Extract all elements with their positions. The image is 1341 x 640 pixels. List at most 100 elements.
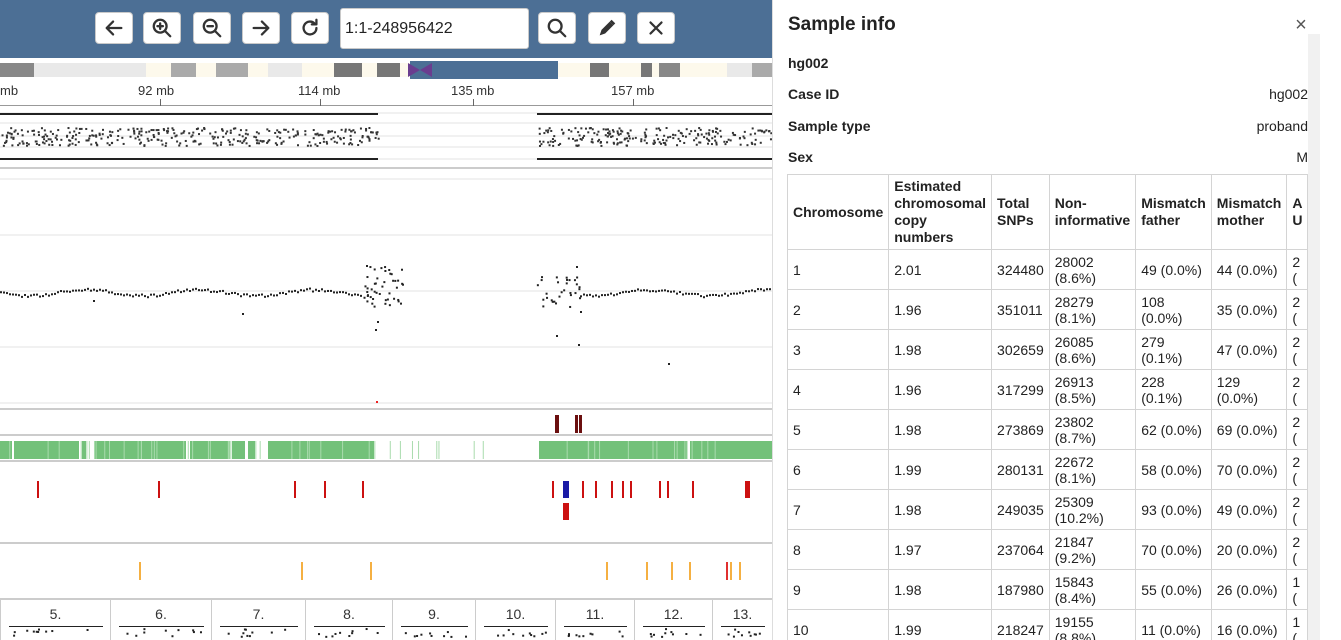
zoom-out-button[interactable]: [193, 12, 231, 44]
overview-chromosome-label: 6.: [155, 606, 167, 622]
table-cell: 317299: [991, 369, 1050, 410]
table-cell: 49 (0.0%): [1210, 489, 1288, 530]
zoom-in-icon: [152, 18, 172, 38]
table-cell: 1.98: [888, 489, 993, 530]
variant-track: [0, 464, 772, 544]
overview-chromosome[interactable]: 12.: [634, 600, 712, 640]
table-row: 10 1.99 218247 19155 (8.8%) 11 (0.0%) 16 (0.0…: [787, 609, 1308, 640]
chromosome-ideogram[interactable]: [0, 61, 772, 79]
ruler-tick-label: 114 mb: [298, 83, 341, 98]
table-cell: 273869: [991, 409, 1050, 450]
table-cell: 302659: [991, 329, 1050, 370]
table-cell: 44 (0.0%): [1210, 249, 1288, 290]
uniparental-marks: [555, 415, 582, 433]
table-cell: 20 (0.0%): [1210, 529, 1288, 570]
table-cell: 49 (0.0%): [1135, 249, 1212, 290]
baf-scatter: [0, 112, 772, 160]
pencil-icon: [599, 19, 616, 36]
panel-close-button[interactable]: ×: [1291, 14, 1311, 36]
table-cell: 16 (0.0%): [1210, 609, 1288, 640]
table-cell: 1.96: [888, 289, 993, 330]
table-cell: 2 (: [1286, 449, 1308, 490]
ruler-tick-label: 135 mb: [451, 83, 495, 98]
arrow-left-icon: [105, 20, 123, 36]
overview-chromosome-label: 7.: [252, 606, 265, 622]
table-row: 9 1.98 187980 15843 (8.4%) 55 (0.0%) 26 (0.0%…: [787, 569, 1308, 610]
overview-chromosome-label: 8.: [343, 606, 355, 622]
uniparental-track: [0, 412, 772, 436]
roh-segments: [0, 441, 772, 459]
table-cell: 11 (0.0%): [1135, 609, 1212, 640]
overview-chromosome[interactable]: 9.: [392, 600, 475, 640]
table-row: 1 2.01 324480 28002 (8.6%) 49 (0.0%) 44 (0.0%…: [787, 249, 1308, 290]
locus-input[interactable]: [340, 8, 529, 49]
overview-chromosome[interactable]: 10.: [475, 600, 555, 640]
overview-chromosome[interactable]: 8.: [305, 600, 392, 640]
column-header: Non-informative: [1048, 174, 1137, 250]
table-cell: 28279 (8.1%): [1048, 289, 1137, 330]
table-cell: 1 (: [1286, 609, 1308, 640]
table-cell: 1.97: [888, 529, 993, 570]
table-cell: 93 (0.0%): [1135, 489, 1212, 530]
table-cell: 22672 (8.1%): [1048, 449, 1137, 490]
zoom-in-button[interactable]: [143, 12, 181, 44]
ruler-tick-label: mb: [0, 83, 19, 98]
table-cell: 1.98: [888, 329, 993, 370]
back-button[interactable]: [95, 12, 133, 44]
column-header: Estimated chromosomal copy numbers: [888, 174, 993, 250]
table-cell: 5: [787, 409, 890, 450]
table-cell: 2 (: [1286, 409, 1308, 450]
table-cell: 1.96: [888, 369, 993, 410]
table-body: 1 2.01 324480 28002 (8.6%) 49 (0.0%) 44 (0.0%…: [787, 249, 1308, 640]
panel-scrollbar[interactable]: [1308, 34, 1320, 640]
table-cell: 69 (0.0%): [1210, 409, 1288, 450]
sample-info-panel: Sample info × hg002 Case ID hg002 Sample…: [772, 0, 1341, 640]
overview-chromosome[interactable]: 13.: [712, 600, 772, 640]
table-cell: 3: [787, 329, 890, 370]
table-row: 4 1.96 317299 26913 (8.5%) 228 (0.1%) 129 (0.…: [787, 369, 1308, 410]
sex-label: Sex: [788, 149, 813, 165]
column-header: Total SNPs: [991, 174, 1050, 250]
table-cell: 23802 (8.7%): [1048, 409, 1137, 450]
overview-chromosome-label: 5.: [49, 606, 62, 622]
overview-chromosome-label: 9.: [428, 606, 440, 622]
arrow-right-icon: [252, 20, 270, 36]
ruler-tick-mark: [320, 99, 321, 106]
close-button[interactable]: [637, 12, 675, 44]
overview-chromosome[interactable]: 7.: [211, 600, 305, 640]
overview-chromosome[interactable]: 6.: [110, 600, 211, 640]
table-cell: 8: [787, 529, 890, 570]
overview-chromosome[interactable]: 11.: [555, 600, 634, 640]
table-cell: 1 (: [1286, 569, 1308, 610]
sample-id: hg002: [788, 55, 829, 71]
search-icon: [547, 18, 567, 38]
table-cell: 70 (0.0%): [1135, 529, 1212, 570]
log-ratio-track: [0, 171, 772, 410]
overview-dots: [567, 630, 624, 638]
table-cell: 2.01: [888, 249, 993, 290]
table-row: 3 1.98 302659 26085 (8.6%) 279 (0.1%) 47 (0.0…: [787, 329, 1308, 370]
zoom-out-icon: [202, 18, 222, 38]
genome-overview[interactable]: 5. 6. 7. 8. 9. 10. 11. 12. 13.: [0, 600, 772, 640]
browser-toolbar: [0, 0, 772, 58]
reset-button[interactable]: [291, 12, 329, 44]
log-ratio-scatter: [0, 178, 772, 404]
overview-dots: [649, 628, 702, 638]
table-cell: 1.99: [888, 609, 993, 640]
table-cell: 26085 (8.6%): [1048, 329, 1137, 370]
chromosome-stats-container[interactable]: Chromosome Estimated chromosomal copy nu…: [787, 174, 1308, 640]
overview-chromosome-label: 12.: [663, 606, 684, 622]
overview-dots: [13, 628, 89, 637]
sample-type-value: proband: [1256, 118, 1308, 134]
overview-chromosome[interactable]: 5.: [0, 600, 110, 640]
overview-dots: [126, 628, 202, 638]
ruler-tick-mark: [473, 99, 474, 106]
forward-button[interactable]: [242, 12, 280, 44]
edit-button[interactable]: [588, 12, 626, 44]
search-button[interactable]: [538, 12, 576, 44]
table-row: 8 1.97 237064 21847 (9.2%) 70 (0.0%) 20 (0.0%…: [787, 529, 1308, 570]
table-cell: 4: [787, 369, 890, 410]
baf-track: [0, 107, 772, 169]
ruler-tick-mark: [633, 99, 634, 106]
table-cell: 21847 (9.2%): [1048, 529, 1137, 570]
